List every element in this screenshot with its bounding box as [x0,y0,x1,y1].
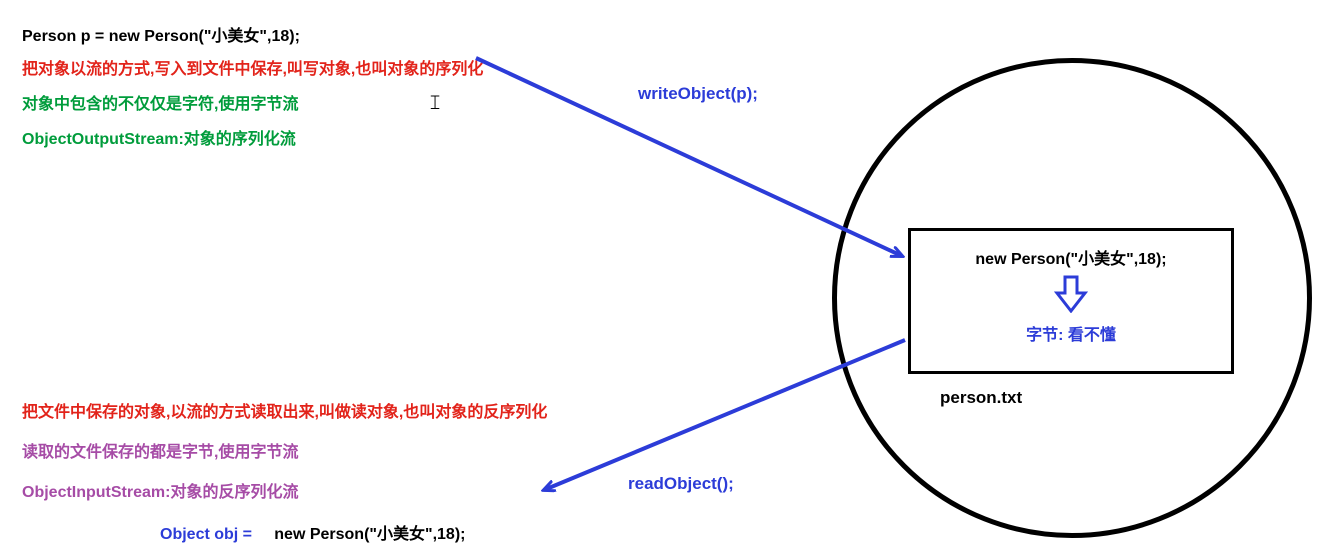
read-arrow [544,340,905,490]
arrows-layer [0,0,1328,557]
write-arrow [476,58,902,256]
